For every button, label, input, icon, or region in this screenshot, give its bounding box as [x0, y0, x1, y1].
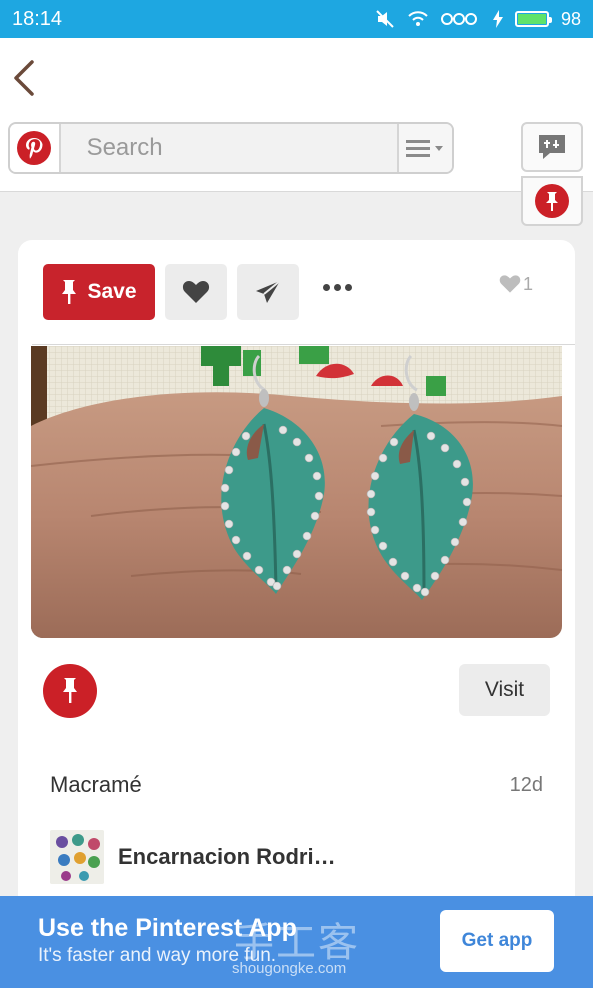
app-install-banner: Use the Pinterest App It's faster and wa… — [0, 896, 593, 988]
macrame-earrings-photo — [31, 346, 562, 638]
pin-button[interactable] — [521, 176, 583, 226]
notification-icons — [440, 13, 477, 25]
back-button[interactable] — [10, 58, 40, 98]
save-label: Save — [87, 280, 137, 303]
wifi-icon — [408, 11, 428, 26]
like-count: 1 — [499, 274, 533, 295]
send-button[interactable] — [237, 264, 299, 320]
pin-action-bar: Save — [43, 264, 299, 320]
battery-level: 98 — [560, 8, 581, 29]
pinterest-logo-button[interactable] — [10, 124, 61, 172]
menu-icon — [406, 140, 444, 157]
heart-outline-icon — [499, 275, 521, 293]
send-icon — [256, 280, 281, 303]
pinterest-logo-icon — [17, 131, 52, 165]
heart-icon — [182, 281, 210, 303]
more-dot — [323, 284, 330, 291]
board-name[interactable]: Macramé — [50, 772, 142, 798]
chevron-left-icon — [14, 60, 34, 96]
clock: 18:14 — [12, 7, 63, 30]
pin-image[interactable] — [31, 346, 562, 638]
like-count-value: 1 — [522, 274, 533, 294]
pushpin-icon — [535, 184, 569, 218]
owner-name: Encarnacion Rodri… — [118, 844, 336, 869]
like-button[interactable] — [165, 264, 227, 320]
pin-source-badge[interactable] — [43, 664, 97, 718]
messages-button[interactable] — [521, 122, 583, 172]
save-button[interactable]: Save — [43, 264, 155, 320]
top-bar — [0, 38, 593, 226]
status-icons: 98 — [375, 9, 581, 30]
more-options-button[interactable] — [323, 284, 352, 291]
pin-card: Save 1 Visit Macramé 12d Encarnacion Rod… — [18, 240, 575, 940]
pin-age: 12d — [509, 774, 543, 796]
search-bar — [8, 122, 454, 174]
message-icon — [539, 135, 565, 159]
more-dot — [334, 284, 341, 291]
menu-dropdown-button[interactable] — [396, 124, 452, 172]
mute-icon — [376, 10, 394, 28]
pushpin-icon — [63, 678, 77, 703]
pushpin-icon — [62, 280, 77, 304]
search-input[interactable] — [60, 124, 397, 172]
owner-avatar — [50, 830, 104, 884]
charging-icon — [492, 10, 503, 28]
watermark-url: shougongke.com — [232, 960, 347, 977]
get-app-button[interactable]: Get app — [440, 910, 554, 972]
battery-icon — [514, 11, 552, 27]
more-dot — [345, 284, 352, 291]
visit-button[interactable]: Visit — [459, 664, 550, 716]
divider — [32, 344, 575, 345]
status-bar: 18:14 98 — [0, 0, 593, 38]
pin-owner[interactable]: Encarnacion Rodri… — [50, 830, 336, 884]
